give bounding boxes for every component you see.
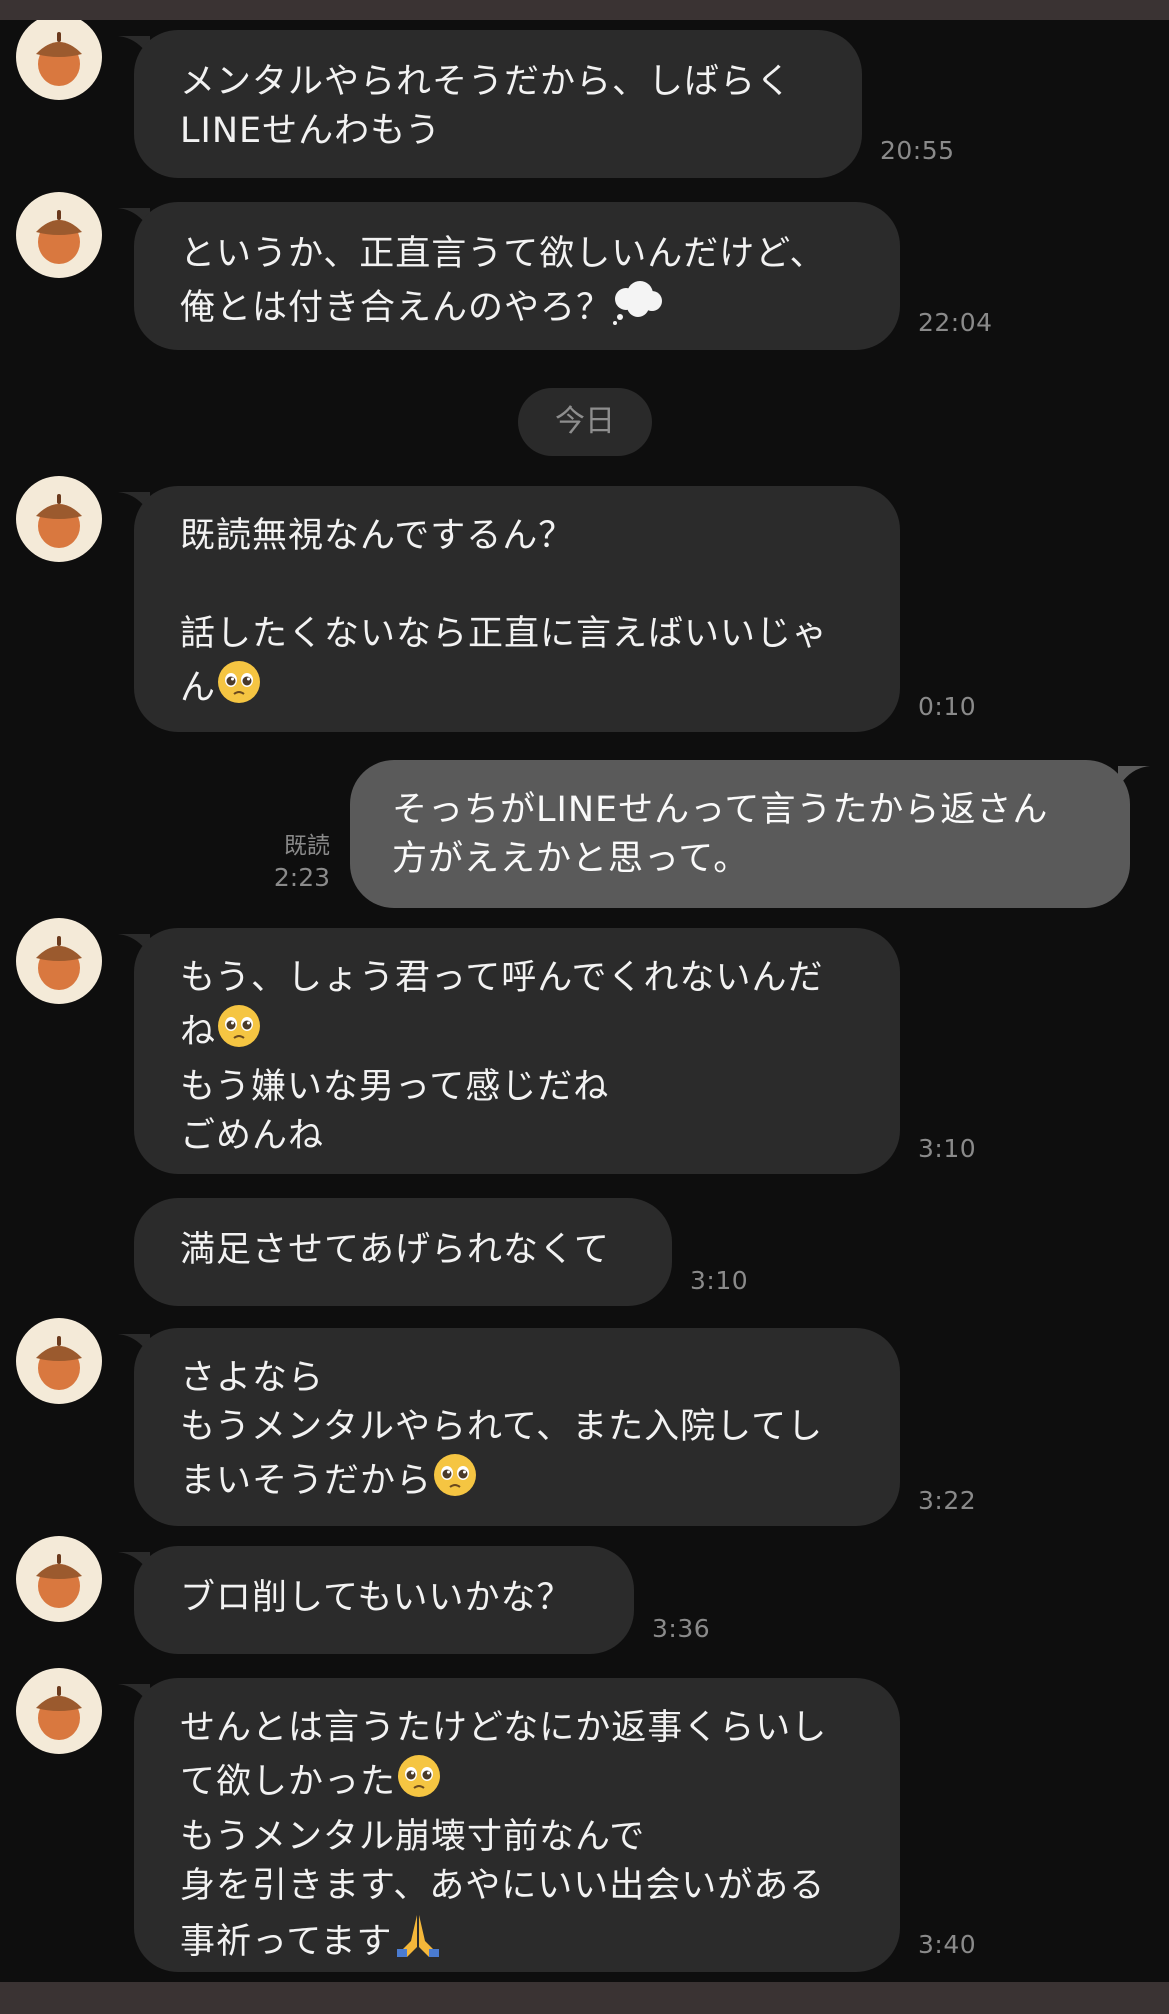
contact-avatar[interactable] [16,1668,102,1754]
pleading-face-emoji [432,1452,478,1512]
acorn-icon [36,494,82,548]
message-time: 3:22 [918,1486,977,1515]
message-time: 22:04 [918,308,993,337]
bubble-tail [1118,766,1150,788]
read-receipt: 既読 [284,833,330,859]
acorn-icon [36,210,82,264]
pleading-face-emoji [216,1003,262,1063]
message-time: 0:10 [918,692,977,721]
message-bubble-incoming[interactable]: メンタルやられそうだから、しばらく LINEせんわもう [134,30,862,178]
message-text: というか、正直言うて欲しいんだけど、 俺とは付き合えんのやろ？ [180,234,826,328]
message-bubble-incoming[interactable]: 満足させてあげられなくて [134,1198,672,1306]
acorn-icon [36,1686,82,1740]
message-text-continued: もう嫌いな男って感じだね ごめんね [180,1067,610,1156]
message-time: 3:40 [918,1930,977,1959]
message-text: もう、しょう君って呼んでくれないんだ ね [180,958,824,1052]
acorn-icon [36,1554,82,1608]
message-text: ブロ削してもいいかな？ [180,1578,573,1618]
message-text: せんとは言うたけどなにか返事くらいし て欲しかった [180,1708,828,1802]
contact-avatar[interactable] [16,192,102,278]
message-time: 20:55 [880,136,955,165]
pleading-face-emoji [396,1753,442,1813]
message-text: 満足させてあげられなくて [180,1230,610,1270]
folded-hands-emoji [393,1911,443,1973]
message-text: メンタルやられそうだから、しばらく LINEせんわもう [180,62,793,151]
status-bar-strip [0,0,1169,20]
message-bubble-incoming[interactable]: 既読無視なんでするん？ 話したくないなら正直に言えばいいじゃ ん [134,486,900,732]
contact-avatar[interactable] [16,1318,102,1404]
acorn-icon [36,936,82,990]
contact-avatar[interactable] [16,918,102,1004]
message-time: 3:10 [918,1134,977,1163]
chat-screen[interactable]: メンタルやられそうだから、しばらく LINEせんわもう 20:55 というか、正… [0,20,1169,1982]
contact-avatar[interactable] [16,476,102,562]
message-text-continued: もうメンタル崩壊寸前なんで 身を引きます、あやにいい出会いがある 事祈ってます [180,1817,826,1962]
message-bubble-outgoing[interactable]: そっちがLINEせんって言うたから返さん 方がええかと思って。 [350,760,1130,908]
contact-avatar[interactable] [16,1536,102,1622]
contact-avatar[interactable] [16,20,102,100]
date-divider: 今日 [518,388,652,456]
bottom-bar-strip [0,1982,1169,2014]
message-bubble-incoming[interactable]: せんとは言うたけどなにか返事くらいし て欲しかった もうメンタル崩壊寸前なんで … [134,1678,900,1972]
message-bubble-incoming[interactable]: もう、しょう君って呼んでくれないんだ ね もう嫌いな男って感じだね ごめんね [134,928,900,1174]
message-time: 2:23 [273,863,330,892]
message-text: 既読無視なんでするん？ 話したくないなら正直に言えばいいじゃ ん [180,516,829,708]
acorn-icon [36,32,82,86]
message-bubble-incoming[interactable]: ブロ削してもいいかな？ [134,1546,634,1654]
pleading-face-emoji [216,659,262,719]
message-text: さよなら もうメンタルやられて、また入院してし まいそうだから [180,1358,824,1501]
message-text: そっちがLINEせんって言うたから返さん 方がええかと思って。 [392,790,1049,879]
message-time: 3:10 [690,1266,749,1295]
message-bubble-incoming[interactable]: さよなら もうメンタルやられて、また入院してし まいそうだから [134,1328,900,1526]
message-time: 3:36 [652,1614,711,1643]
thought-balloon-emoji [612,279,664,339]
message-bubble-incoming[interactable]: というか、正直言うて欲しいんだけど、 俺とは付き合えんのやろ？ [134,202,900,350]
acorn-icon [36,1336,82,1390]
